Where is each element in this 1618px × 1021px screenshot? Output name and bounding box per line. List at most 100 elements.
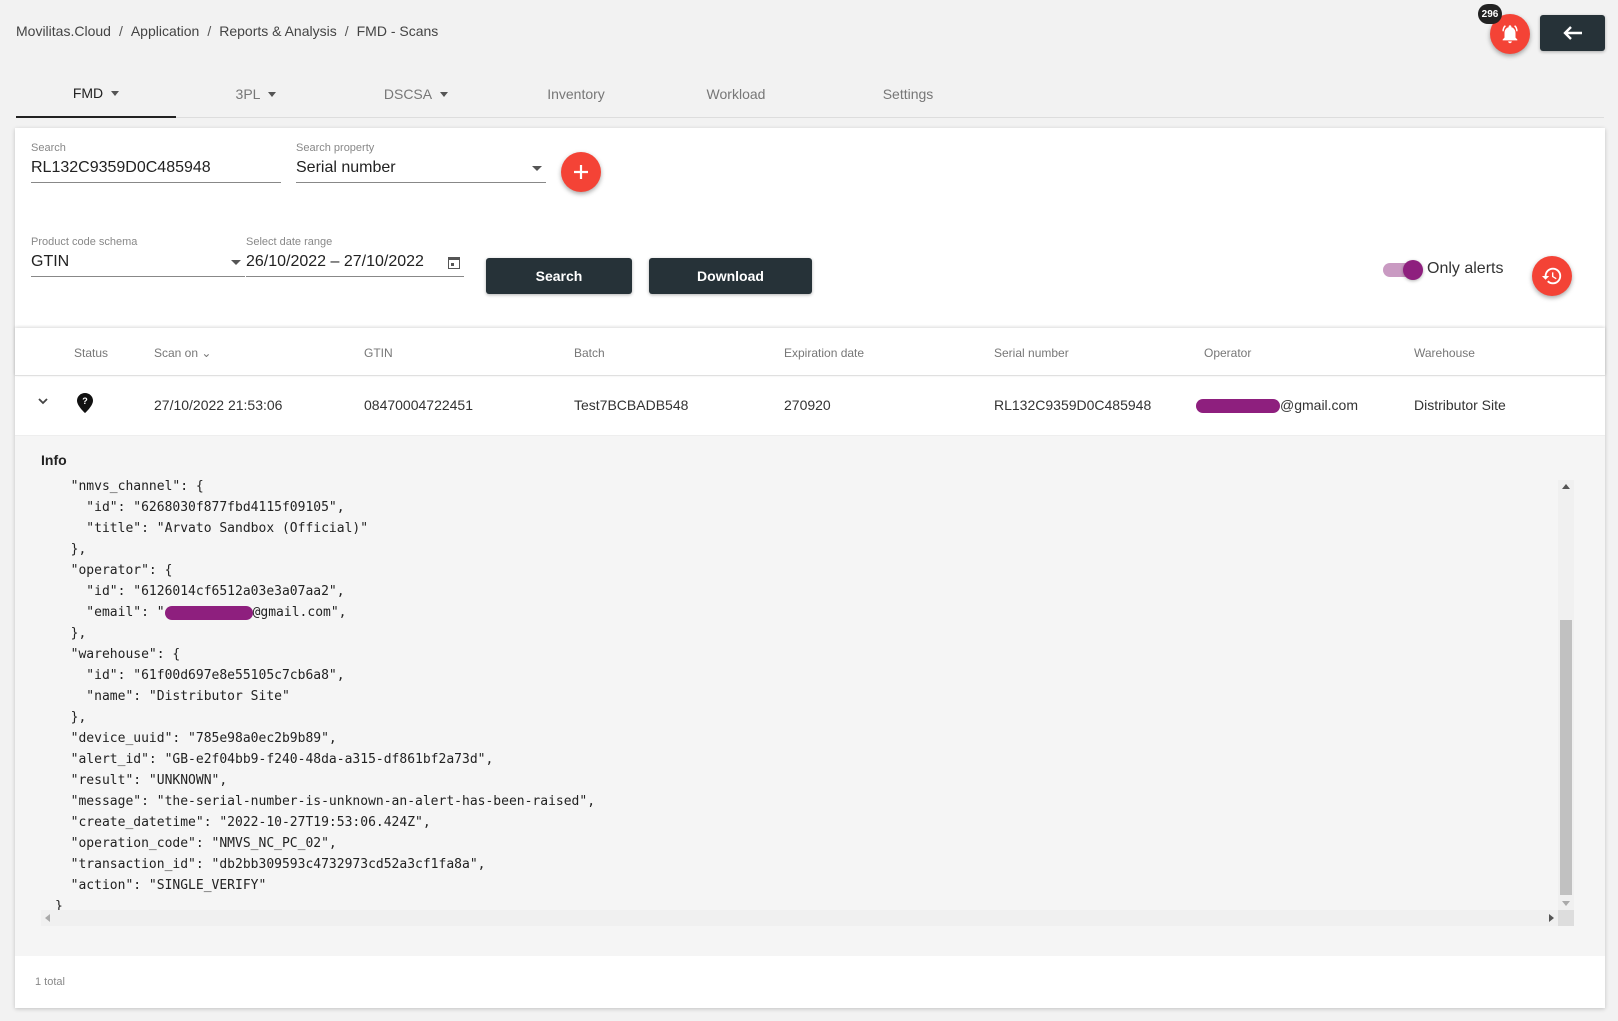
calendar-icon[interactable] [448,257,460,269]
header-operator[interactable]: Operator [1204,346,1251,360]
tab-3pl[interactable]: 3PL [176,70,336,118]
breadcrumb-item-current: FMD - Scans [356,23,439,39]
search-property-value: Serial number [296,159,396,176]
schema-label: Product code schema [31,236,138,248]
scroll-left-icon[interactable] [45,914,50,922]
scroll-up-icon[interactable] [1562,484,1570,489]
table-row[interactable]: ? 27/10/2022 21:53:06 08470004722451 Tes… [15,376,1605,436]
search-property-select[interactable]: Search property Serial number [296,142,546,183]
scroll-right-icon[interactable] [1549,914,1554,922]
cell-expiration: 270920 [784,397,831,413]
collapse-chevron-icon[interactable] [37,394,49,410]
tab-inventory[interactable]: Inventory [496,70,656,118]
cell-serial-number: RL132C9359D0C485948 [994,397,1152,413]
json-line: "message": "the-serial-number-is-unknown… [55,794,596,809]
json-content: "nmvs_channel": { "id": "6268030f877fbd4… [55,480,595,917]
header-scan-on-label: Scan on [154,346,199,360]
json-line: "id": "61f00d697e8e55105c7cb6a8", [55,668,345,683]
search-value: RL132C9359D0C485948 [31,159,211,176]
back-button[interactable] [1540,15,1605,51]
total-count: 1 total [35,976,65,988]
json-line: "device_uuid": "785e98a0ec2b9b89", [55,731,337,746]
json-line: "alert_id": "GB-e2f04bb9-f240-48da-a315-… [55,752,494,767]
search-button[interactable]: Search [486,258,632,294]
header-scan-on[interactable]: Scan on ⌄ [154,346,211,360]
header-batch[interactable]: Batch [574,346,605,360]
tab-settings[interactable]: Settings [828,70,988,118]
search-input[interactable]: Search RL132C9359D0C485948 [31,142,281,183]
json-line: "title": "Arvato Sandbox (Official)" [55,521,369,536]
json-line: "id": "6126014cf6512a03e3a07aa2", [55,584,345,599]
scans-card: Search RL132C9359D0C485948 Search proper… [15,128,1605,1008]
date-range-value: 26/10/2022 – 27/10/2022 [246,253,424,270]
horizontal-scrollbar[interactable] [41,910,1558,926]
json-line: }, [55,710,87,725]
scrollbar-corner [1558,910,1574,926]
json-line: "result": "UNKNOWN", [55,773,228,788]
main-tabs: FMD 3PL DSCSA Inventory Workload Setting… [16,70,1604,118]
json-email-domain: @gmail.com", [252,605,347,620]
tab-dscsa[interactable]: DSCSA [336,70,496,118]
redacted-email-mark [164,605,253,620]
tab-inventory-label: Inventory [547,86,605,102]
tab-dscsa-label: DSCSA [383,86,433,102]
arrow-left-icon [1562,26,1582,40]
json-line: "nmvs_channel": { [55,480,204,494]
bell-icon [1502,25,1518,44]
header-warehouse[interactable]: Warehouse [1414,346,1475,360]
cell-warehouse: Distributor Site [1414,397,1506,413]
notification-count-badge: 296 [1478,4,1502,24]
redacted-email-mark [1196,399,1280,414]
row-details-panel: Info "nmvs_channel": { "id": "6268030f87… [15,436,1605,956]
caret-down-icon [268,91,277,97]
add-filter-button[interactable] [561,152,601,192]
tab-workload-label: Workload [706,86,766,102]
tab-fmd-label: FMD [72,85,104,101]
json-line: }, [55,626,87,641]
scroll-down-icon[interactable] [1562,901,1570,906]
download-button[interactable]: Download [649,258,812,294]
svg-text:?: ? [82,396,88,406]
product-code-schema-select[interactable]: Product code schema GTIN [31,236,245,277]
json-line: "email": " [55,605,165,620]
date-range-picker[interactable]: Select date range 26/10/2022 – 27/10/202… [246,236,464,277]
plus-icon [574,165,588,179]
breadcrumb-item-application[interactable]: Application [131,23,200,39]
cell-gtin: 08470004722451 [364,397,474,413]
tab-settings-label: Settings [882,86,934,102]
date-range-label: Select date range [246,236,333,248]
breadcrumb-item-movilitas[interactable]: Movilitas.Cloud [16,23,111,39]
cell-operator-domain: @gmail.com [1280,397,1359,413]
history-icon [1541,267,1562,285]
info-title: Info [41,452,67,468]
schema-value: GTIN [31,253,70,270]
only-alerts-toggle[interactable] [1383,260,1423,280]
tab-3pl-label: 3PL [235,86,261,102]
search-label: Search [31,142,66,154]
caret-down-icon [440,91,449,97]
alert-location-icon: ? [77,393,93,416]
cell-scan-on: 27/10/2022 21:53:06 [154,397,283,413]
dropdown-arrow-icon [231,260,241,265]
vertical-scrollbar[interactable] [1558,480,1574,910]
header-gtin[interactable]: GTIN [364,346,393,360]
header-serial-number[interactable]: Serial number [994,346,1069,360]
caret-down-icon [111,90,120,96]
json-line: "id": "6268030f877fbd4115f09105", [55,500,345,515]
table-header: Status Scan on ⌄ GTIN Batch Expiration d… [15,328,1605,376]
json-line: "warehouse": { [55,647,181,662]
header-expiration[interactable]: Expiration date [784,346,864,360]
tab-workload[interactable]: Workload [656,70,816,118]
json-line: "operator": { [55,563,173,578]
json-line: }, [55,542,87,557]
scrollbar-thumb[interactable] [1560,620,1572,895]
tab-fmd[interactable]: FMD [16,70,176,118]
json-line: "operation_code": "NMVS_NC_PC_02", [55,836,337,851]
cell-batch: Test7BCBADB548 [574,397,689,413]
json-viewer[interactable]: "nmvs_channel": { "id": "6268030f877fbd4… [41,480,1574,930]
history-button[interactable] [1532,256,1572,296]
json-line: "name": "Distributor Site" [55,689,290,704]
json-line: "action": "SINGLE_VERIFY" [55,878,267,893]
breadcrumb-item-reports[interactable]: Reports & Analysis [219,23,337,39]
breadcrumb: Movilitas.Cloud / Application / Reports & An… [16,23,439,39]
